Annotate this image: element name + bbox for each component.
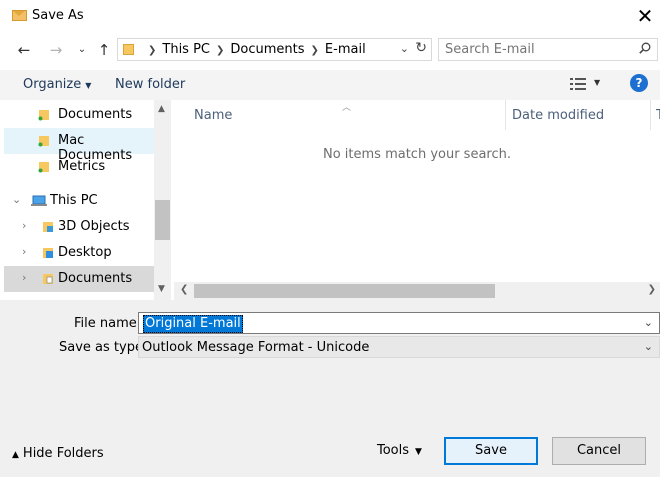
view-dropdown-caret-icon[interactable]: ▼: [594, 78, 600, 87]
sidebar-item-documents-quick[interactable]: Documents: [4, 102, 154, 128]
column-divider[interactable]: [650, 100, 651, 130]
save-as-type-value: Outlook Message Format - Unicode: [142, 340, 370, 355]
up-arrow-icon[interactable]: ↑: [94, 39, 114, 61]
caret-down-icon: ▼: [85, 81, 92, 90]
search-icon[interactable]: [639, 42, 651, 54]
save-as-type-label: Save as type:: [59, 340, 148, 355]
file-name-value[interactable]: Original E-mail: [143, 315, 243, 333]
breadcrumb-separator-icon: ❯: [310, 45, 319, 56]
address-bar[interactable]: ❯ This PC ❯ Documents ❯ E-mail ⌄ ↻: [117, 38, 432, 61]
desktop-folder-icon: [43, 248, 53, 258]
scroll-up-icon[interactable]: ▲: [158, 104, 165, 114]
save-form: File name: Original E-mail ⌄ Save as typ…: [0, 300, 666, 477]
caret-down-icon: ▼: [415, 447, 422, 457]
scrollbar-thumb[interactable]: [194, 284, 495, 298]
empty-message: No items match your search.: [322, 147, 511, 162]
navigation-bar: ← → ⌄ ↑ ❯ This PC ❯ Documents ❯ E-mail ⌄ ↻: [0, 36, 666, 64]
sidebar-item-label: Desktop: [58, 245, 112, 260]
sidebar-item-label: Metrics: [58, 159, 106, 174]
folder-icon: [38, 136, 49, 147]
scroll-right-icon[interactable]: ❯: [648, 284, 656, 295]
chevron-down-icon[interactable]: ⌄: [644, 316, 653, 329]
search-input[interactable]: [439, 39, 635, 60]
file-name-label: File name:: [74, 316, 142, 331]
hide-folders-label: Hide Folders: [22, 446, 104, 461]
sidebar-item-mac-documents[interactable]: Mac Documents: [4, 128, 154, 163]
search-box[interactable]: [438, 38, 658, 61]
folder-3d-icon: [43, 222, 53, 232]
documents-folder-icon: [43, 274, 53, 284]
save-button[interactable]: Save: [444, 437, 538, 465]
breadcrumb-separator-icon: ❯: [216, 45, 225, 56]
file-list: ︿ Name Date modified T No items match yo…: [174, 100, 660, 300]
save-as-type-select[interactable]: Outlook Message Format - Unicode ⌄: [138, 336, 660, 358]
folder-icon: [38, 110, 49, 121]
breadcrumb: ❯ This PC ❯ Documents ❯ E-mail: [142, 42, 366, 57]
scroll-down-icon[interactable]: ▼: [158, 284, 165, 294]
chevron-down-icon[interactable]: ⌄: [12, 193, 21, 206]
sidebar-item-partial[interactable]: ›: [4, 292, 154, 300]
sidebar-item-metrics[interactable]: Metrics: [4, 154, 154, 180]
sort-ascending-icon: ︿: [342, 103, 352, 113]
sidebar-item-3d-objects[interactable]: › 3D Objects: [4, 214, 154, 240]
tools-label: Tools: [377, 443, 410, 458]
command-bar: Organize ▼ New folder ▼ ?: [0, 70, 666, 100]
column-header-date-modified[interactable]: Date modified: [512, 108, 604, 123]
sidebar-item-label: Documents: [58, 271, 133, 286]
folder-icon: [123, 44, 134, 55]
close-button[interactable]: ✕: [632, 4, 658, 28]
navigation-scrollbar[interactable]: ▲ ▼: [154, 100, 171, 300]
navigation-pane: Documents Mac Documents Metrics ⌄ This P…: [4, 100, 156, 300]
chevron-right-icon[interactable]: ›: [22, 271, 26, 284]
envelope-icon: [12, 10, 27, 21]
chevron-right-icon[interactable]: ›: [22, 219, 26, 232]
breadcrumb-email[interactable]: E-mail: [325, 42, 366, 57]
scrollbar-thumb[interactable]: [155, 200, 170, 240]
refresh-icon[interactable]: ↻: [415, 40, 427, 56]
window-edge: [660, 32, 666, 477]
chevron-up-icon: ▲: [12, 450, 19, 460]
title-bar: Save As ✕: [0, 0, 666, 32]
window-title: Save As: [32, 8, 84, 23]
chevron-down-icon[interactable]: ⌄: [644, 340, 653, 353]
file-name-field[interactable]: Original E-mail ⌄: [138, 312, 660, 334]
tools-button[interactable]: Tools ▼: [377, 443, 422, 458]
organize-label: Organize: [23, 77, 82, 92]
column-divider[interactable]: [505, 100, 506, 130]
address-dropdown-chevron-icon[interactable]: ⌄: [400, 42, 409, 55]
breadcrumb-this-pc[interactable]: This PC: [162, 42, 210, 57]
breadcrumb-separator-icon: ❯: [148, 45, 157, 56]
horizontal-scrollbar[interactable]: ❮ ❯: [174, 282, 660, 300]
computer-icon: [31, 195, 47, 206]
organize-button[interactable]: Organize ▼: [23, 77, 91, 92]
sidebar-item-documents[interactable]: › Documents: [4, 266, 154, 292]
scroll-left-icon[interactable]: ❮: [180, 284, 188, 295]
sidebar-item-desktop[interactable]: › Desktop: [4, 240, 154, 266]
sidebar-item-label: 3D Objects: [58, 219, 130, 234]
breadcrumb-documents[interactable]: Documents: [230, 42, 304, 57]
folder-icon: [38, 162, 49, 173]
sidebar-item-label: This PC: [50, 193, 98, 208]
sidebar-item-this-pc[interactable]: ⌄ This PC: [4, 188, 154, 214]
forward-arrow-icon[interactable]: →: [46, 39, 66, 61]
new-folder-button[interactable]: New folder: [115, 77, 185, 92]
chevron-right-icon[interactable]: ›: [22, 245, 26, 258]
view-options-icon[interactable]: [570, 78, 586, 91]
hide-folders-button[interactable]: ▲ Hide Folders: [12, 446, 104, 461]
recent-locations-chevron-icon[interactable]: ⌄: [72, 39, 92, 61]
back-arrow-icon[interactable]: ←: [14, 39, 34, 61]
column-header-name[interactable]: Name: [194, 108, 232, 123]
sidebar-item-label: Documents: [58, 107, 133, 122]
help-button[interactable]: ?: [630, 74, 648, 92]
cancel-button[interactable]: Cancel: [552, 437, 646, 465]
